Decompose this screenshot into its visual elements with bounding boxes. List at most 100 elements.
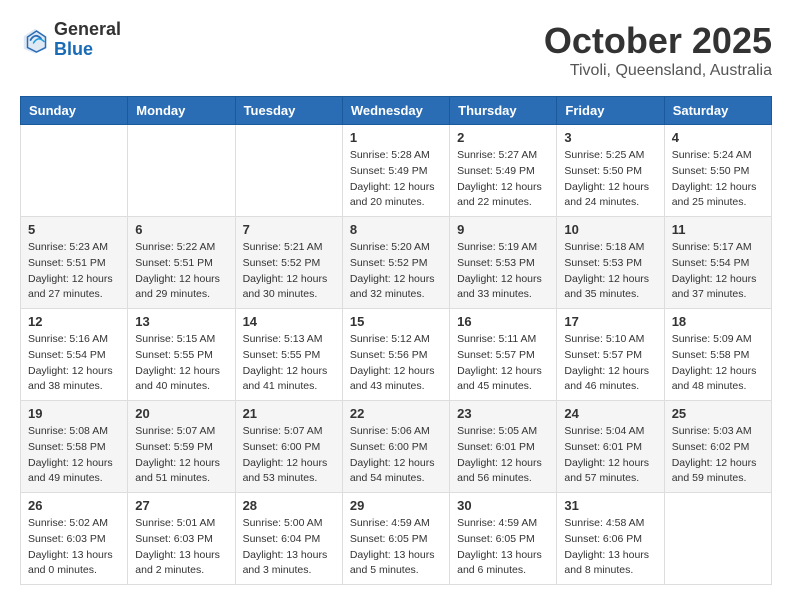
day-number: 27 — [135, 498, 227, 513]
day-number: 12 — [28, 314, 120, 329]
day-number: 20 — [135, 406, 227, 421]
day-info: Sunrise: 5:07 AM Sunset: 5:59 PM Dayligh… — [135, 424, 227, 487]
day-info: Sunrise: 5:13 AM Sunset: 5:55 PM Dayligh… — [243, 332, 335, 395]
title-block: October 2025 Tivoli, Queensland, Austral… — [544, 20, 772, 80]
calendar-header-row: Sunday Monday Tuesday Wednesday Thursday… — [21, 97, 772, 125]
day-info: Sunrise: 5:15 AM Sunset: 5:55 PM Dayligh… — [135, 332, 227, 395]
table-row: 11Sunrise: 5:17 AM Sunset: 5:54 PM Dayli… — [664, 217, 771, 309]
day-number: 5 — [28, 222, 120, 237]
day-number: 11 — [672, 222, 764, 237]
logo: General Blue — [20, 20, 121, 60]
header-wednesday: Wednesday — [342, 97, 449, 125]
day-number: 13 — [135, 314, 227, 329]
table-row: 19 Sunrise: 5:08 AM Sunset: 5:58 PM Dayli… — [21, 401, 128, 493]
table-row: 6 Sunrise: 5:22 AM Sunset: 5:51 PM Daylig… — [128, 217, 235, 309]
day-number: 24 — [564, 406, 656, 421]
logo-icon — [20, 25, 50, 55]
day-number: 1 — [350, 130, 442, 145]
table-row: 9Sunrise: 5:19 AM Sunset: 5:53 PM Daylig… — [450, 217, 557, 309]
day-number: 31 — [564, 498, 656, 513]
day-info: Sunrise: 5:09 AM Sunset: 5:58 PM Dayligh… — [672, 332, 764, 395]
day-number: 7 — [243, 222, 335, 237]
table-row: 2 Sunrise: 5:27 AM Sunset: 5:49 PM Daylig… — [450, 125, 557, 217]
table-row: 15 Sunrise: 5:12 AM Sunset: 5:56 PM Dayli… — [342, 309, 449, 401]
header-monday: Monday — [128, 97, 235, 125]
calendar-week-row: 12 Sunrise: 5:16 AM Sunset: 5:54 PM Dayli… — [21, 309, 772, 401]
table-row: 17 Sunrise: 5:10 AM Sunset: 5:57 PM Dayli… — [557, 309, 664, 401]
calendar-table: Sunday Monday Tuesday Wednesday Thursday… — [20, 96, 772, 585]
day-info: Sunrise: 5:27 AM Sunset: 5:49 PM Dayligh… — [457, 148, 549, 211]
day-number: 6 — [135, 222, 227, 237]
day-number: 14 — [243, 314, 335, 329]
day-number: 4 — [672, 130, 764, 145]
table-row: 13 Sunrise: 5:15 AM Sunset: 5:55 PM Dayli… — [128, 309, 235, 401]
day-info: Sunrise: 5:07 AM Sunset: 6:00 PM Dayligh… — [243, 424, 335, 487]
table-row: 30 Sunrise: 4:59 AM Sunset: 6:05 PM Dayli… — [450, 493, 557, 585]
location-title: Tivoli, Queensland, Australia — [544, 62, 772, 80]
day-number: 2 — [457, 130, 549, 145]
table-row: 29Sunrise: 4:59 AM Sunset: 6:05 PM Dayli… — [342, 493, 449, 585]
day-number: 28 — [243, 498, 335, 513]
day-info: Sunrise: 5:01 AM Sunset: 6:03 PM Dayligh… — [135, 516, 227, 579]
table-row: 28Sunrise: 5:00 AM Sunset: 6:04 PM Dayli… — [235, 493, 342, 585]
day-info: Sunrise: 5:10 AM Sunset: 5:57 PM Dayligh… — [564, 332, 656, 395]
page-header: General Blue October 2025 Tivoli, Queens… — [20, 20, 772, 80]
day-number: 30 — [457, 498, 549, 513]
calendar-week-row: 5 Sunrise: 5:23 AM Sunset: 5:51 PM Daylig… — [21, 217, 772, 309]
day-info: Sunrise: 5:25 AM Sunset: 5:50 PM Dayligh… — [564, 148, 656, 211]
day-number: 23 — [457, 406, 549, 421]
table-row: 18 Sunrise: 5:09 AM Sunset: 5:58 PM Dayli… — [664, 309, 771, 401]
calendar-week-row: 26Sunrise: 5:02 AM Sunset: 6:03 PM Dayli… — [21, 493, 772, 585]
table-row: 3 Sunrise: 5:25 AM Sunset: 5:50 PM Daylig… — [557, 125, 664, 217]
day-number: 22 — [350, 406, 442, 421]
table-row — [235, 125, 342, 217]
table-row — [664, 493, 771, 585]
day-info: Sunrise: 5:22 AM Sunset: 5:51 PM Dayligh… — [135, 240, 227, 303]
day-info: Sunrise: 5:08 AM Sunset: 5:58 PM Dayligh… — [28, 424, 120, 487]
day-number: 29 — [350, 498, 442, 513]
day-number: 26 — [28, 498, 120, 513]
day-number: 9 — [457, 222, 549, 237]
day-info: Sunrise: 5:12 AM Sunset: 5:56 PM Dayligh… — [350, 332, 442, 395]
table-row: 4 Sunrise: 5:24 AM Sunset: 5:50 PM Daylig… — [664, 125, 771, 217]
table-row: 21Sunrise: 5:07 AM Sunset: 6:00 PM Dayli… — [235, 401, 342, 493]
table-row: 31Sunrise: 4:58 AM Sunset: 6:06 PM Dayli… — [557, 493, 664, 585]
day-number: 17 — [564, 314, 656, 329]
day-info: Sunrise: 5:18 AM Sunset: 5:53 PM Dayligh… — [564, 240, 656, 303]
logo-text: General Blue — [54, 20, 121, 60]
table-row: 22 Sunrise: 5:06 AM Sunset: 6:00 PM Dayli… — [342, 401, 449, 493]
calendar-week-row: 1Sunrise: 5:28 AM Sunset: 5:49 PM Daylig… — [21, 125, 772, 217]
table-row: 8Sunrise: 5:20 AM Sunset: 5:52 PM Daylig… — [342, 217, 449, 309]
day-number: 15 — [350, 314, 442, 329]
table-row: 16Sunrise: 5:11 AM Sunset: 5:57 PM Dayli… — [450, 309, 557, 401]
logo-general: General — [54, 20, 121, 40]
day-number: 8 — [350, 222, 442, 237]
day-info: Sunrise: 5:11 AM Sunset: 5:57 PM Dayligh… — [457, 332, 549, 395]
day-number: 25 — [672, 406, 764, 421]
table-row: 1Sunrise: 5:28 AM Sunset: 5:49 PM Daylig… — [342, 125, 449, 217]
logo-blue: Blue — [54, 40, 121, 60]
day-info: Sunrise: 5:03 AM Sunset: 6:02 PM Dayligh… — [672, 424, 764, 487]
table-row: 5 Sunrise: 5:23 AM Sunset: 5:51 PM Daylig… — [21, 217, 128, 309]
table-row: 10Sunrise: 5:18 AM Sunset: 5:53 PM Dayli… — [557, 217, 664, 309]
day-info: Sunrise: 5:06 AM Sunset: 6:00 PM Dayligh… — [350, 424, 442, 487]
day-info: Sunrise: 5:16 AM Sunset: 5:54 PM Dayligh… — [28, 332, 120, 395]
header-friday: Friday — [557, 97, 664, 125]
day-number: 19 — [28, 406, 120, 421]
table-row: 23Sunrise: 5:05 AM Sunset: 6:01 PM Dayli… — [450, 401, 557, 493]
table-row — [21, 125, 128, 217]
month-title: October 2025 — [544, 20, 772, 62]
table-row: 14 Sunrise: 5:13 AM Sunset: 5:55 PM Dayli… — [235, 309, 342, 401]
header-thursday: Thursday — [450, 97, 557, 125]
table-row: 7Sunrise: 5:21 AM Sunset: 5:52 PM Daylig… — [235, 217, 342, 309]
header-sunday: Sunday — [21, 97, 128, 125]
day-info: Sunrise: 4:59 AM Sunset: 6:05 PM Dayligh… — [457, 516, 549, 579]
table-row: 12 Sunrise: 5:16 AM Sunset: 5:54 PM Dayli… — [21, 309, 128, 401]
day-info: Sunrise: 5:24 AM Sunset: 5:50 PM Dayligh… — [672, 148, 764, 211]
day-info: Sunrise: 5:23 AM Sunset: 5:51 PM Dayligh… — [28, 240, 120, 303]
header-saturday: Saturday — [664, 97, 771, 125]
table-row: 24Sunrise: 5:04 AM Sunset: 6:01 PM Dayli… — [557, 401, 664, 493]
day-number: 3 — [564, 130, 656, 145]
table-row: 26Sunrise: 5:02 AM Sunset: 6:03 PM Dayli… — [21, 493, 128, 585]
day-number: 18 — [672, 314, 764, 329]
